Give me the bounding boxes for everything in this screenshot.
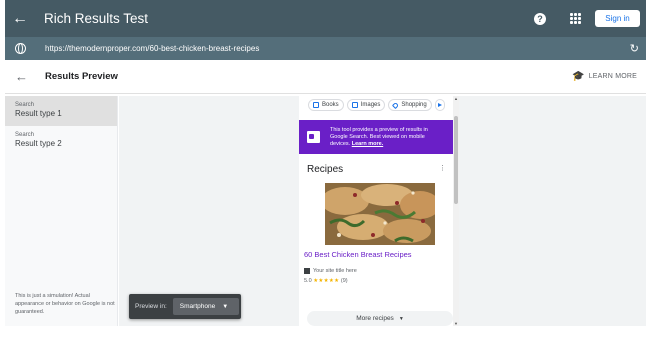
scrollbar-thumb[interactable] <box>454 116 458 204</box>
apps-grid-icon[interactable] <box>570 13 581 24</box>
info-banner: This tool provides a preview of results … <box>299 120 453 154</box>
chip-label: Shopping <box>401 102 427 108</box>
result-type-sidebar: Search Result type 1 Search Result type … <box>5 96 118 326</box>
chip-video[interactable] <box>434 99 445 111</box>
tested-url[interactable]: https://themodernproper.com/60-best-chic… <box>45 44 259 53</box>
search-chips: Books Images Shopping <box>308 99 448 111</box>
learn-more-link[interactable]: LEARN MORE <box>589 73 637 80</box>
caret-down-icon: ▼ <box>222 303 229 310</box>
chip-shopping[interactable]: Shopping <box>388 99 432 111</box>
scroll-up-icon[interactable]: ▲ <box>454 96 458 101</box>
back-arrow-icon[interactable]: ← <box>12 10 42 28</box>
rating-value: 5.0 <box>304 278 312 284</box>
help-icon[interactable]: ? <box>534 12 546 25</box>
site-title: Your site title here <box>304 268 357 274</box>
favicon-icon <box>304 268 310 274</box>
scrollbar[interactable] <box>453 96 459 326</box>
app-bar: ← Rich Results Test ? Sign in <box>5 0 646 37</box>
sidebar-item-category: Search <box>15 102 35 108</box>
rating-count: (9) <box>340 278 348 284</box>
page-title: Results Preview <box>45 71 118 82</box>
image-icon <box>351 102 358 108</box>
preview-device-toolbar: Preview in: Smartphone ▼ <box>129 294 241 319</box>
back-arrow-icon[interactable]: ← <box>15 69 28 84</box>
banner-text: This tool provides a preview of results … <box>330 127 442 148</box>
learn-more-banner-link[interactable]: Learn more. <box>352 141 383 147</box>
star-rating-icon: ★★★★★ <box>313 278 340 284</box>
sidebar-item-category: Search <box>15 132 35 138</box>
device-icon <box>307 131 320 143</box>
url-bar: https://themodernproper.com/60-best-chic… <box>5 37 646 60</box>
device-select[interactable]: Smartphone ▼ <box>172 298 239 315</box>
recipes-card: Recipes ⋮ 60 Best Chicken Breast Recipes… <box>299 158 453 326</box>
sidebar-item-label: Result type 1 <box>15 109 62 118</box>
device-select-value: Smartphone <box>179 303 216 310</box>
recipe-title-link[interactable]: 60 Best Chicken Breast Recipes <box>304 250 412 259</box>
more-vert-icon[interactable]: ⋮ <box>439 164 446 172</box>
chevron-down-icon: ▼ <box>398 315 404 322</box>
preview-in-label: Preview in: <box>135 303 167 310</box>
school-hat-icon[interactable]: 🎓 <box>572 71 584 82</box>
tag-icon <box>392 101 400 109</box>
chip-label: Books <box>322 102 339 108</box>
sidebar-item-result-type-2[interactable]: Search Result type 2 <box>5 126 117 156</box>
globe-icon <box>15 43 26 54</box>
chip-label: Images <box>360 102 381 108</box>
app-title: Rich Results Test <box>44 11 149 26</box>
scroll-down-icon[interactable]: ▼ <box>454 321 458 326</box>
recipes-card-title: Recipes <box>307 164 344 175</box>
simulation-disclaimer: This is just a simulation! Actual appear… <box>15 293 115 315</box>
book-icon <box>313 102 319 108</box>
results-preview-header: ← Results Preview 🎓 LEARN MORE <box>5 60 646 94</box>
sidebar-item-label: Result type 2 <box>15 139 62 148</box>
sign-in-button[interactable]: Sign in <box>595 10 640 27</box>
chip-images[interactable]: Images <box>346 99 386 111</box>
chip-books[interactable]: Books <box>308 99 344 111</box>
smartphone-preview: Books Images Shopping This tool provides… <box>299 96 459 328</box>
rating: 5.0 ★★★★★ (9) <box>304 278 348 284</box>
site-title-text: Your site title here <box>313 268 357 274</box>
sidebar-item-result-type-1[interactable]: Search Result type 1 <box>5 96 117 126</box>
more-recipes-label: More recipes <box>356 315 394 322</box>
preview-area: Preview in: Smartphone ▼ Books Images Sh… <box>119 96 646 328</box>
refresh-icon[interactable]: ↻ <box>630 42 639 55</box>
play-icon <box>437 103 442 107</box>
more-recipes-button[interactable]: More recipes ▼ <box>307 311 453 326</box>
recipe-image[interactable] <box>325 183 435 245</box>
